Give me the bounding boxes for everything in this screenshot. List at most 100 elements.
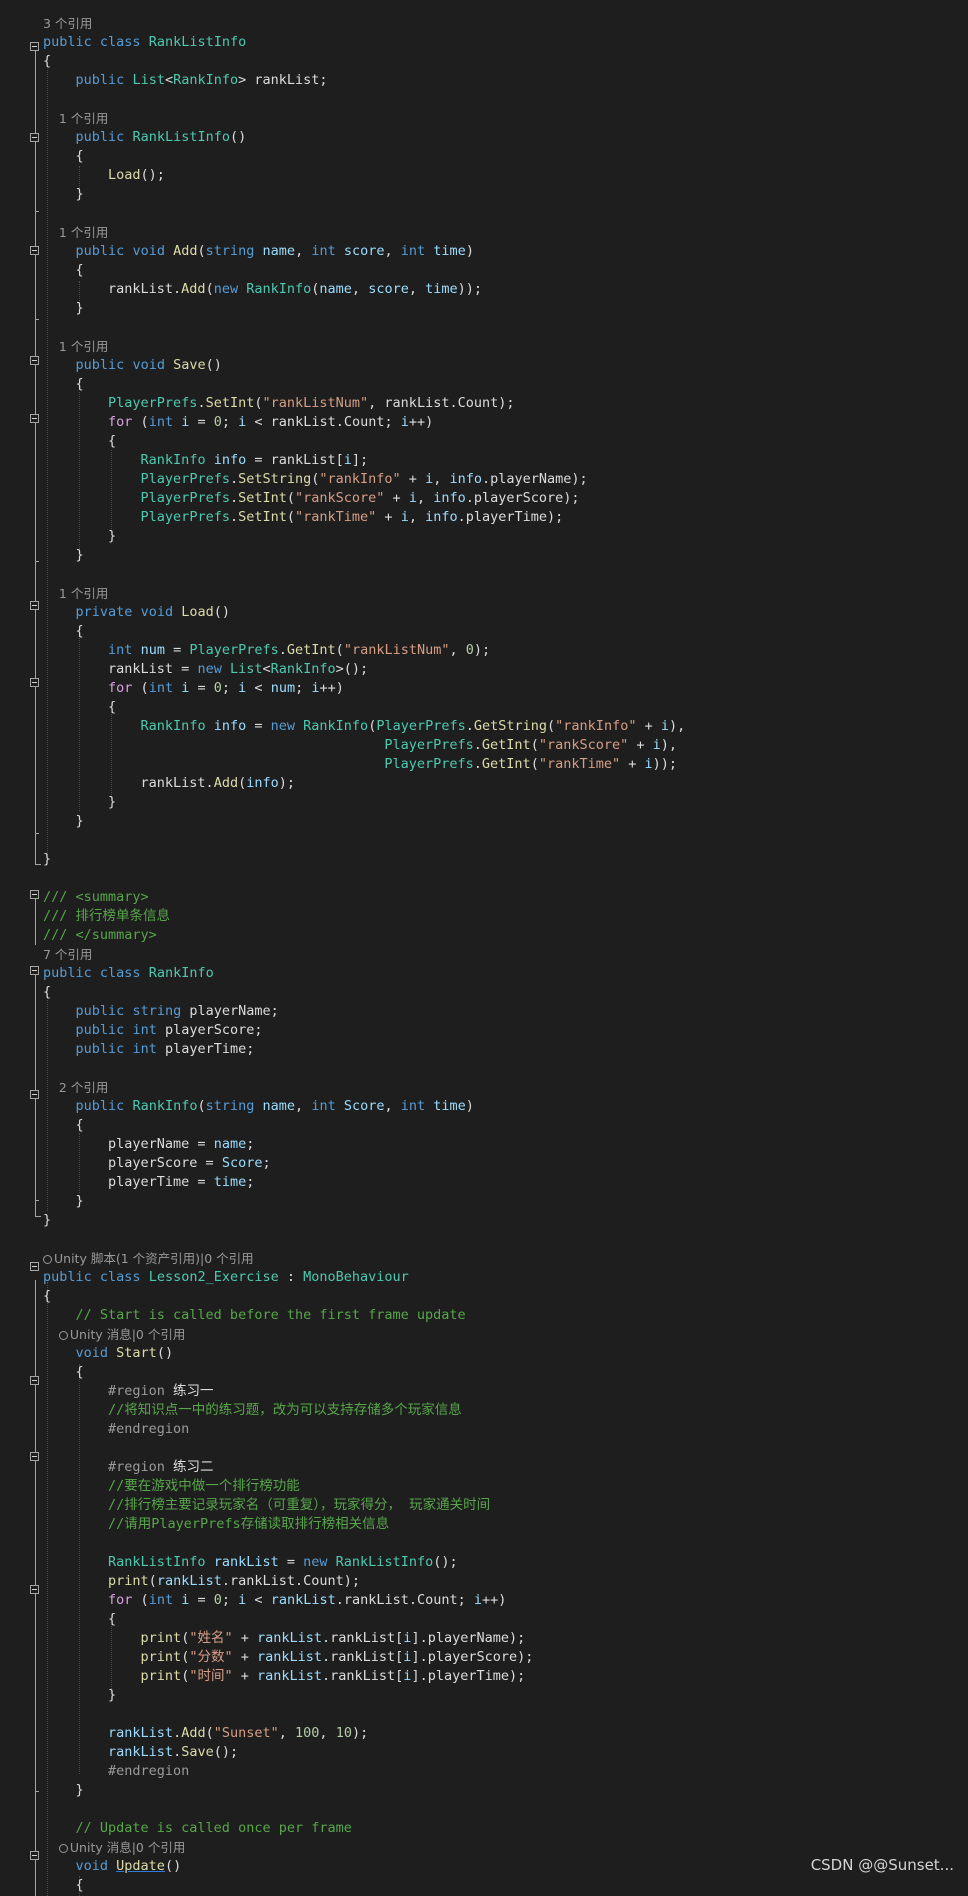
code-line[interactable]: #endregion (43, 1420, 189, 1439)
collapse-icon[interactable] (30, 246, 39, 255)
code-line[interactable]: { (43, 1363, 84, 1382)
code-line[interactable]: } (43, 793, 116, 812)
codelens-text[interactable]: 2 个引用 (59, 1080, 108, 1095)
codelens-reference-count[interactable]: Unity 脚本(1 个资产引用)|0 个引用 (43, 1249, 254, 1268)
code-line[interactable]: { (43, 698, 116, 717)
code-line[interactable]: public RankListInfo() (43, 128, 247, 147)
codelens-reference-count[interactable]: 1 个引用 (43, 109, 108, 128)
codelens-text[interactable]: 1 个引用 (59, 586, 108, 601)
code-line[interactable]: print(rankList.rankList.Count); (43, 1572, 360, 1591)
code-line[interactable]: rankList.Add("Sunset", 100, 10); (43, 1724, 368, 1743)
code-line[interactable]: rankList.Add(info); (43, 774, 295, 793)
collapse-icon[interactable] (30, 42, 39, 51)
code-line[interactable]: } (43, 299, 84, 318)
codelens-text[interactable]: 1 个引用 (59, 111, 108, 126)
code-line[interactable]: { (43, 622, 84, 641)
codelens-text[interactable]: Unity 消息|0 个引用 (70, 1840, 185, 1855)
code-line[interactable]: PlayerPrefs.GetInt("rankTime" + i)); (43, 755, 677, 774)
code-line[interactable]: private void Load() (43, 603, 230, 622)
code-line[interactable]: public int playerTime; (43, 1040, 255, 1059)
code-line[interactable]: /// 排行榜单条信息 (43, 907, 170, 926)
code-line[interactable]: public RankInfo(string name, int Score, … (43, 1097, 474, 1116)
code-line[interactable]: #region 练习一 (43, 1382, 214, 1401)
codelens-text[interactable]: Unity 脚本(1 个资产引用)|0 个引用 (54, 1251, 254, 1266)
codelens-reference-count[interactable]: 3 个引用 (43, 14, 92, 33)
code-line[interactable]: } (43, 850, 51, 869)
code-line[interactable]: } (43, 185, 84, 204)
code-line[interactable]: print("时间" + rankList.rankList[i].player… (43, 1667, 526, 1686)
collapse-icon[interactable] (30, 133, 39, 142)
collapse-icon[interactable] (30, 1376, 39, 1385)
collapse-icon[interactable] (30, 890, 39, 899)
code-line[interactable]: for (int i = 0; i < rankList.Count; i++) (43, 413, 433, 432)
code-line[interactable]: PlayerPrefs.GetInt("rankScore" + i), (43, 736, 677, 755)
collapse-icon[interactable] (30, 1090, 39, 1099)
codelens-text[interactable]: 7 个引用 (43, 947, 92, 962)
codelens-text[interactable]: 1 个引用 (59, 225, 108, 240)
code-line[interactable]: } (43, 1686, 116, 1705)
code-line[interactable]: public class RankListInfo (43, 33, 246, 52)
collapse-icon[interactable] (30, 1262, 39, 1271)
collapse-icon[interactable] (30, 966, 39, 975)
code-line[interactable]: { (43, 147, 84, 166)
collapse-icon[interactable] (30, 678, 39, 687)
collapse-icon[interactable] (30, 1452, 39, 1461)
code-line[interactable]: PlayerPrefs.SetInt("rankTime" + i, info.… (43, 508, 564, 527)
code-line[interactable]: { (43, 1287, 51, 1306)
code-line[interactable]: playerTime = time; (43, 1173, 254, 1192)
code-line[interactable]: { (43, 432, 116, 451)
codelens-reference-count[interactable]: Unity 消息|0 个引用 (43, 1325, 185, 1344)
code-editor[interactable]: 3 个引用 public class RankListInfo{ public L… (0, 0, 968, 1896)
codelens-reference-count[interactable]: Unity 消息|0 个引用 (43, 1838, 185, 1857)
codelens-reference-count[interactable]: 2 个引用 (43, 1078, 108, 1097)
code-line[interactable]: #endregion (43, 1762, 189, 1781)
collapse-icon[interactable] (30, 601, 39, 610)
codelens-text[interactable]: 3 个引用 (43, 16, 92, 31)
code-line[interactable]: PlayerPrefs.SetString("rankInfo" + i, in… (43, 470, 588, 489)
code-line[interactable]: //要在游戏中做一个排行榜功能 (43, 1477, 300, 1496)
code-line[interactable]: for (int i = 0; i < num; i++) (43, 679, 344, 698)
code-line[interactable]: } (43, 812, 84, 831)
code-line[interactable]: { (43, 983, 51, 1002)
code-line[interactable]: for (int i = 0; i < rankList.rankList.Co… (43, 1591, 506, 1610)
code-line[interactable]: public void Save() (43, 356, 222, 375)
codelens-reference-count[interactable]: 1 个引用 (43, 337, 108, 356)
code-line[interactable]: RankInfo info = new RankInfo (PlayerPrefs… (43, 717, 686, 736)
code-line[interactable]: RankInfo info = rankList[i]; (43, 451, 369, 470)
code-line[interactable]: public class Lesson2_Exercise : MonoBeha… (43, 1268, 409, 1287)
code-line[interactable]: public int playerScore; (43, 1021, 263, 1040)
code-line[interactable]: { (43, 1610, 116, 1629)
code-line[interactable]: // Update is called once per frame (43, 1819, 352, 1838)
code-line[interactable]: print("分数" + rankList.rankList[i].player… (43, 1648, 534, 1667)
code-line[interactable]: // Start is called before the first fram… (43, 1306, 466, 1325)
codelens-reference-count[interactable]: 1 个引用 (43, 584, 108, 603)
codelens-reference-count[interactable]: 1 个引用 (43, 223, 108, 242)
code-line[interactable]: //请用PlayerPrefs存储读取排行榜相关信息 (43, 1515, 389, 1534)
code-line[interactable]: RankListInfo rankList = new RankListInfo… (43, 1553, 458, 1572)
code-line[interactable]: //将知识点一中的练习题，改为可以支持存储多个玩家信息 (43, 1401, 462, 1420)
code-line[interactable]: PlayerPrefs.SetInt("rankScore" + i, info… (43, 489, 580, 508)
code-line[interactable]: void Start() (43, 1344, 174, 1363)
codelens-reference-count[interactable]: 7 个引用 (43, 945, 92, 964)
code-line[interactable]: public List<RankInfo> rankList; (43, 71, 328, 90)
code-line[interactable]: playerName = name; (43, 1135, 254, 1154)
codelens-text[interactable]: Unity 消息|0 个引用 (70, 1327, 185, 1342)
code-line[interactable]: } (43, 1781, 84, 1800)
collapse-icon[interactable] (30, 1851, 39, 1860)
code-line[interactable]: public void Add(string name, int score, … (43, 242, 474, 261)
code-line[interactable]: rankList.Save(); (43, 1743, 238, 1762)
code-line[interactable]: void Update() (43, 1857, 182, 1876)
code-line[interactable]: /// <summary> (43, 888, 149, 907)
code-line[interactable]: /// </summary> (43, 926, 157, 945)
code-line[interactable]: //排行榜主要记录玩家名（可重复），玩家得分， 玩家通关时间 (43, 1496, 490, 1515)
code-line[interactable]: print("姓名" + rankList.rankList[i].player… (43, 1629, 526, 1648)
code-line[interactable]: rankList = new List<RankInfo>(); (43, 660, 368, 679)
code-line[interactable]: { (43, 375, 84, 394)
code-line[interactable]: { (43, 261, 84, 280)
code-line[interactable]: rankList.Add(new RankInfo(name, score, t… (43, 280, 482, 299)
code-line[interactable]: } (43, 546, 84, 565)
collapse-icon[interactable] (30, 1585, 39, 1594)
code-line[interactable]: } (43, 1211, 51, 1230)
code-line[interactable]: { (43, 1876, 84, 1895)
code-line[interactable]: { (43, 52, 51, 71)
